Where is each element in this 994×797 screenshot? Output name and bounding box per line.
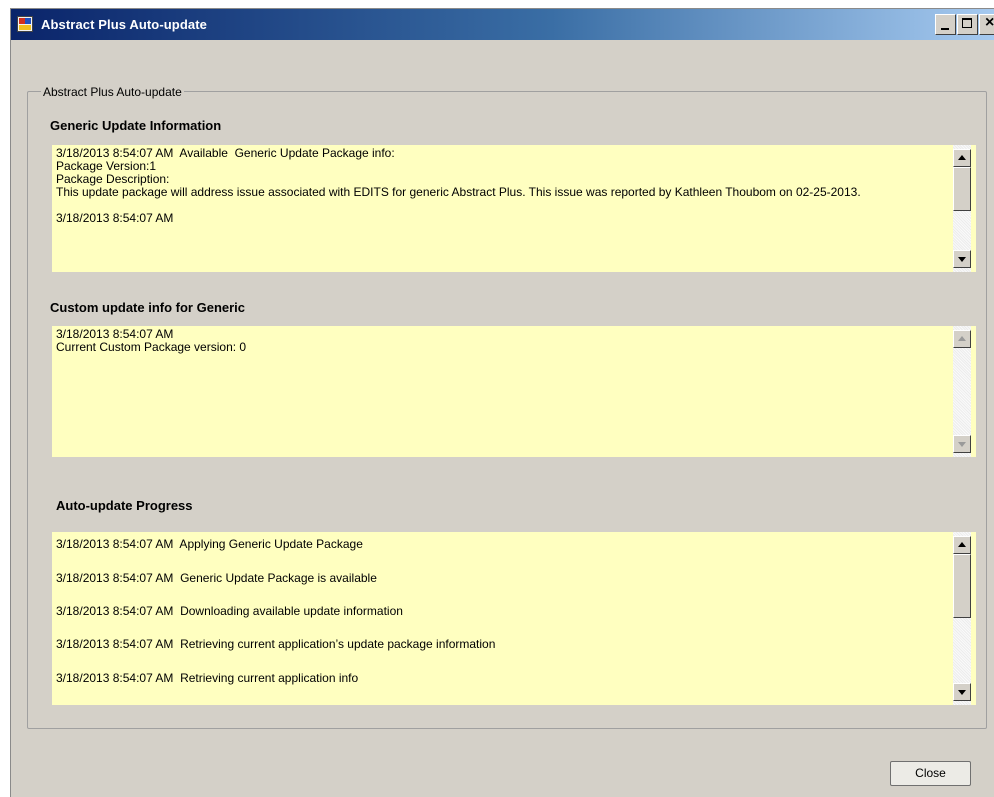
progress-line: 3/18/2013 8:54:07 AM Generic Update Pack… <box>56 571 377 585</box>
scroll-up-arrow-icon[interactable] <box>953 330 971 348</box>
title-bar[interactable]: Abstract Plus Auto-update × <box>11 9 994 40</box>
scroll-down-arrow-icon[interactable] <box>953 250 971 268</box>
generic-update-textbox[interactable]: 3/18/2013 8:54:07 AM Available Generic U… <box>52 145 976 272</box>
generic-update-text: 3/18/2013 8:54:07 AM Available Generic U… <box>52 145 954 272</box>
window-title: Abstract Plus Auto-update <box>41 17 207 32</box>
app-icon[interactable] <box>17 16 33 32</box>
close-window-button[interactable]: × <box>979 14 994 35</box>
groupbox-label: Abstract Plus Auto-update <box>41 85 184 99</box>
scroll-thumb[interactable] <box>953 167 971 211</box>
scroll-thumb[interactable] <box>953 554 971 618</box>
text-line: 3/18/2013 8:54:07 AM Available Generic U… <box>56 146 395 160</box>
close-button[interactable]: Close <box>890 761 971 786</box>
progress-line: 3/18/2013 8:54:07 AM Retrieving current … <box>56 671 359 685</box>
maximize-button[interactable] <box>957 14 978 35</box>
scroll-up-arrow-icon[interactable] <box>953 536 971 554</box>
text-line: 3/18/2013 8:54:07 AM <box>56 211 174 225</box>
custom-update-scrollbar[interactable] <box>953 326 971 457</box>
scroll-down-arrow-icon[interactable] <box>953 683 971 701</box>
text-line: Package Version:1 <box>56 159 157 173</box>
custom-update-textbox[interactable]: 3/18/2013 8:54:07 AM Current Custom Pack… <box>52 326 976 457</box>
progress-text: 3/18/2013 8:54:07 AM Applying Generic Up… <box>52 532 954 705</box>
scroll-up-arrow-icon[interactable] <box>953 149 971 167</box>
generic-update-scrollbar[interactable] <box>953 145 971 272</box>
custom-update-title: Custom update info for Generic <box>50 300 246 315</box>
scroll-down-arrow-icon[interactable] <box>953 435 971 453</box>
text-line: This update package will address issue a… <box>56 185 861 199</box>
custom-update-text: 3/18/2013 8:54:07 AM Current Custom Pack… <box>52 326 954 457</box>
minimize-button[interactable] <box>935 14 956 35</box>
text-line: Current Custom Package version: 0 <box>56 340 247 354</box>
progress-line: 3/18/2013 8:54:07 AM Retrieving current … <box>56 637 496 651</box>
minimize-icon <box>941 28 949 30</box>
app-window: Abstract Plus Auto-update × Abstract Plu… <box>10 8 994 797</box>
progress-line: 3/18/2013 8:54:07 AM Applying Generic Up… <box>56 537 363 551</box>
progress-title: Auto-update Progress <box>56 498 193 513</box>
close-icon: × <box>985 14 994 31</box>
text-line <box>56 199 950 212</box>
generic-update-title: Generic Update Information <box>50 118 222 133</box>
progress-textbox[interactable]: 3/18/2013 8:54:07 AM Applying Generic Up… <box>52 532 976 705</box>
progress-line: 3/18/2013 8:54:07 AM Downloading availab… <box>56 604 403 618</box>
progress-scrollbar[interactable] <box>953 532 971 705</box>
maximize-icon <box>962 18 972 28</box>
